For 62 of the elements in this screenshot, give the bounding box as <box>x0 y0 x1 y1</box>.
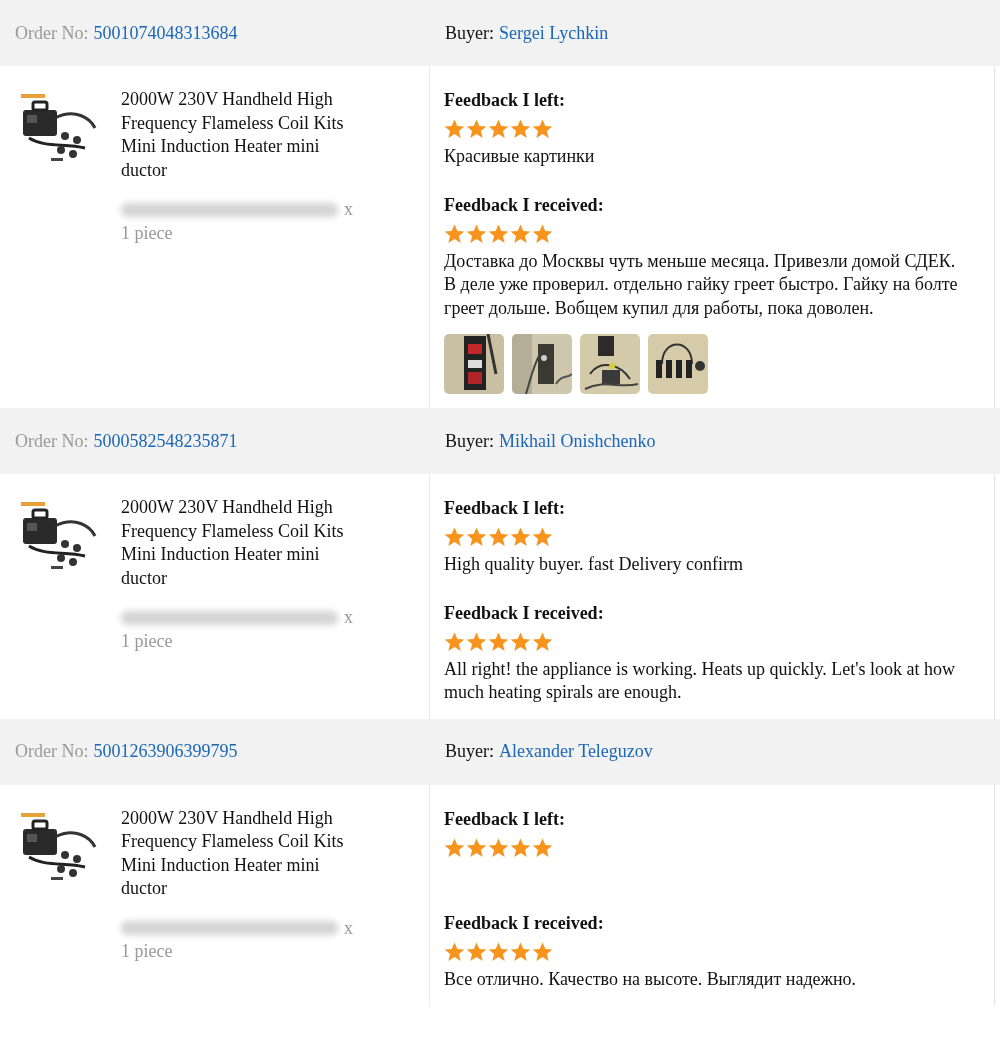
product-title: 2000W 230V Handheld High Frequency Flameless Coil Kits Mini Induction Heater mini ductor <box>121 496 345 590</box>
order-number-label: Order No: <box>15 430 89 452</box>
star-icon <box>444 942 465 962</box>
feedback-comment: Красивые картинки <box>444 145 596 168</box>
star-icon <box>510 942 531 962</box>
buyer-name-link[interactable]: Alexander Teleguzov <box>499 741 653 762</box>
order-number-label: Order No: <box>15 741 89 762</box>
star-icon <box>444 119 465 139</box>
star-icon <box>466 223 487 244</box>
star-icon <box>488 837 509 858</box>
star-icon <box>444 223 465 244</box>
star-icon <box>510 527 531 547</box>
star-icon <box>510 223 531 244</box>
buyer-label: Buyer: <box>445 741 494 762</box>
buyer-name-link[interactable]: Sergei Lychkin <box>499 22 609 44</box>
feedback-comment: High quality buyer. fast Delivery confirm <box>444 553 744 576</box>
feedback-heading: Feedback I received: <box>444 912 605 935</box>
order-number-label: Order No: <box>15 22 89 44</box>
quantity-text: 1 piece <box>121 629 174 653</box>
quantity-text: 1 piece <box>121 940 174 963</box>
star-icon <box>466 119 487 139</box>
star-icon <box>532 223 553 244</box>
quantity-multiplier: x <box>344 198 353 221</box>
feedback-comment: All right! the appliance is working. Heats up quickly. Let's look at how much heating spirals are enough. <box>444 657 956 704</box>
buyer-label: Buyer: <box>445 430 494 452</box>
order-number-link[interactable]: 5001263906399795 <box>93 741 238 762</box>
star-icon <box>466 942 487 962</box>
quantity-multiplier: x <box>344 606 353 629</box>
star-icon <box>466 837 487 858</box>
star-icon <box>488 119 509 139</box>
star-icon <box>488 527 509 547</box>
star-icon <box>466 631 487 652</box>
star-icon <box>444 837 465 858</box>
feedback-heading: Feedback I received: <box>444 193 605 217</box>
star-icon <box>532 631 553 652</box>
order-number-link[interactable]: 5001074048313684 <box>93 22 238 44</box>
feedback-comment: Доставка до Москвы чуть меньше месяца. Привезли домой СДЕК. В деле уже проверил. отдельно гайку греет быстро. Гайку на болте греет дольше. Вобщем купил для работы, пока доволен. <box>444 249 959 320</box>
star-icon <box>532 119 553 139</box>
order-number-link[interactable]: 5000582548235871 <box>93 430 238 452</box>
feedback-heading: Feedback I left: <box>444 89 566 112</box>
star-icon <box>444 527 465 547</box>
star-icon <box>488 942 509 962</box>
star-icon <box>488 223 509 244</box>
star-icon <box>510 119 531 139</box>
star-icon <box>510 631 531 652</box>
star-icon <box>488 631 509 652</box>
quantity-text: 1 piece <box>121 221 174 245</box>
star-icon <box>532 527 553 547</box>
star-icon <box>510 837 531 858</box>
buyer-name-link[interactable]: Mikhail Onishchenko <box>499 430 656 452</box>
star-icon <box>444 631 465 652</box>
feedback-heading: Feedback I received: <box>444 601 605 625</box>
star-icon <box>466 527 487 547</box>
product-title: 2000W 230V Handheld High Frequency Flameless Coil Kits Mini Induction Heater mini ductor <box>121 88 345 182</box>
product-title: 2000W 230V Handheld High Frequency Flameless Coil Kits Mini Induction Heater mini ductor <box>121 806 345 900</box>
star-icon <box>532 942 553 962</box>
feedback-heading: Feedback I left: <box>444 807 566 831</box>
feedback-comment: Все отлично. Качество на высоте. Выглядит надежно. <box>444 968 858 991</box>
feedback-heading: Feedback I left: <box>444 497 566 520</box>
quantity-multiplier: x <box>344 916 353 940</box>
star-icon <box>532 837 553 858</box>
buyer-label: Buyer: <box>445 22 494 44</box>
